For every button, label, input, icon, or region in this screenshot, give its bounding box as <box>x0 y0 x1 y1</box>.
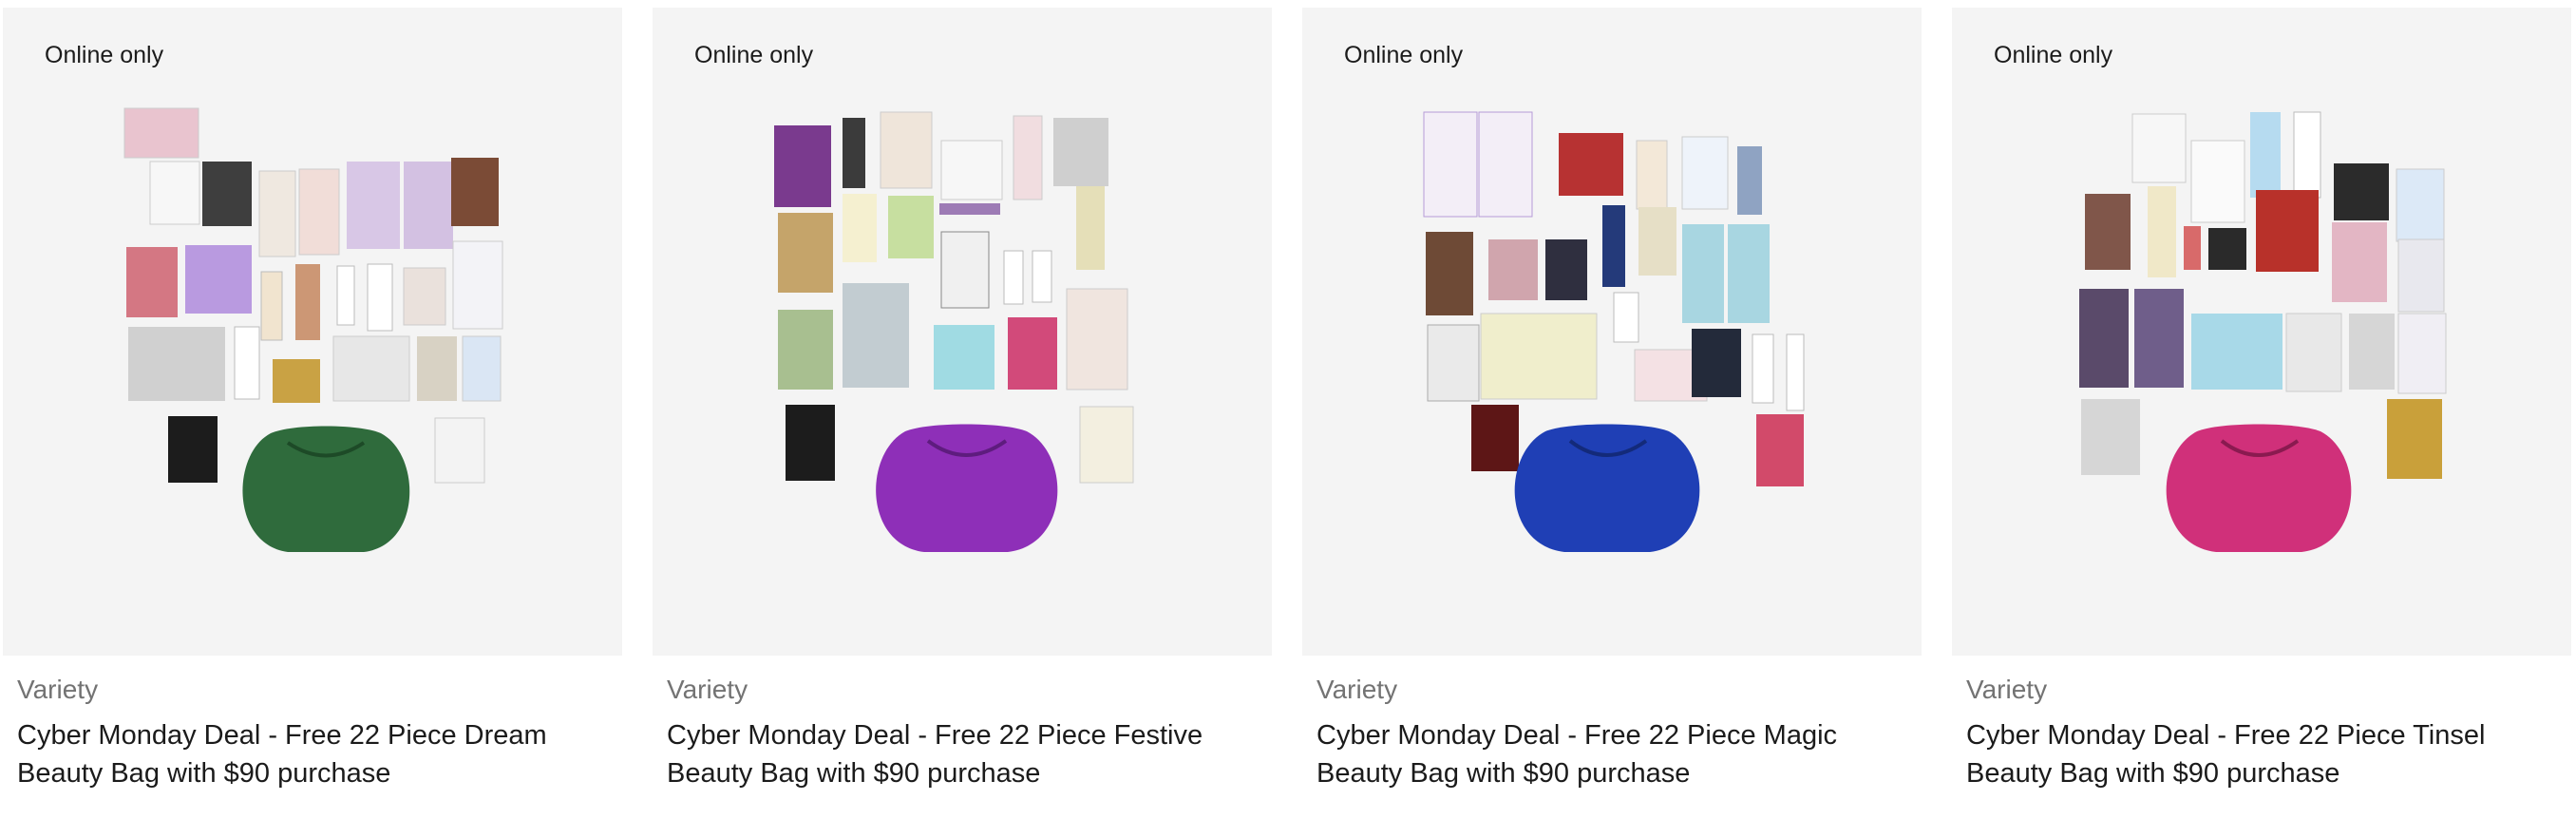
product-grid: Online only Variety Cyber Monday Deal - … <box>0 0 2576 838</box>
beauty-bag-image <box>1423 111 1805 552</box>
product-card[interactable]: Online only Variety Cyber Monday Deal - … <box>1952 8 2571 789</box>
product-title[interactable]: Cyber Monday Deal - Free 22 Piece Tinsel… <box>1966 716 2555 792</box>
beauty-bag-image <box>123 107 503 552</box>
product-brand[interactable]: Variety <box>667 675 748 705</box>
beauty-bag-image <box>2079 111 2447 552</box>
product-brand[interactable]: Variety <box>1316 675 1397 705</box>
product-card[interactable]: Online only Variety Cyber Monday Deal - … <box>3 8 622 789</box>
product-title[interactable]: Cyber Monday Deal - Free 22 Piece Dream … <box>17 716 606 792</box>
product-brand[interactable]: Variety <box>17 675 98 705</box>
product-image-tile[interactable]: Online only <box>1952 8 2571 656</box>
product-card[interactable]: Online only Variety Cyber Monday Deal - … <box>1302 8 1922 789</box>
product-brand[interactable]: Variety <box>1966 675 2047 705</box>
product-card[interactable]: Online only Variety Cyber Monday Deal - … <box>653 8 1272 789</box>
product-image-tile[interactable]: Online only <box>3 8 622 656</box>
product-image-tile[interactable]: Online only <box>653 8 1272 656</box>
product-title[interactable]: Cyber Monday Deal - Free 22 Piece Magic … <box>1316 716 1905 792</box>
product-title[interactable]: Cyber Monday Deal - Free 22 Piece Festiv… <box>667 716 1256 792</box>
beauty-bag-image <box>774 111 1134 552</box>
product-image-tile[interactable]: Online only <box>1302 8 1922 656</box>
